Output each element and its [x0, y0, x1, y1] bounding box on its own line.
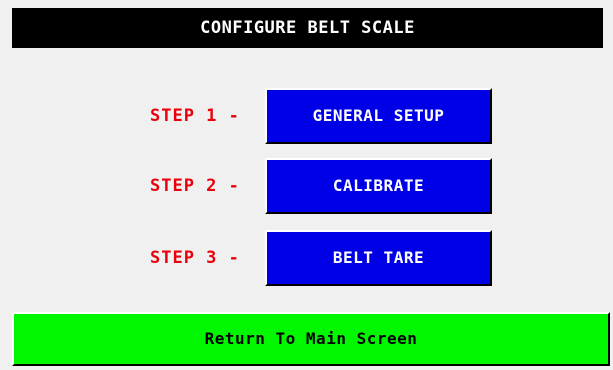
- general-setup-button[interactable]: GENERAL SETUP: [265, 88, 492, 144]
- step-2-label: STEP 2 -: [150, 176, 240, 196]
- belt-tare-button[interactable]: BELT TARE: [265, 230, 492, 286]
- step-row-2: STEP 2 - CALIBRATE: [0, 158, 613, 214]
- calibrate-button[interactable]: CALIBRATE: [265, 158, 492, 214]
- step-3-label: STEP 3 -: [150, 248, 240, 268]
- page-title: CONFIGURE BELT SCALE: [12, 8, 603, 48]
- configure-belt-scale-screen: CONFIGURE BELT SCALE STEP 1 - GENERAL SE…: [0, 0, 613, 370]
- step-1-label: STEP 1 -: [150, 106, 240, 126]
- step-row-1: STEP 1 - GENERAL SETUP: [0, 88, 613, 144]
- step-row-3: STEP 3 - BELT TARE: [0, 230, 613, 286]
- return-to-main-screen-button[interactable]: Return To Main Screen: [12, 312, 610, 366]
